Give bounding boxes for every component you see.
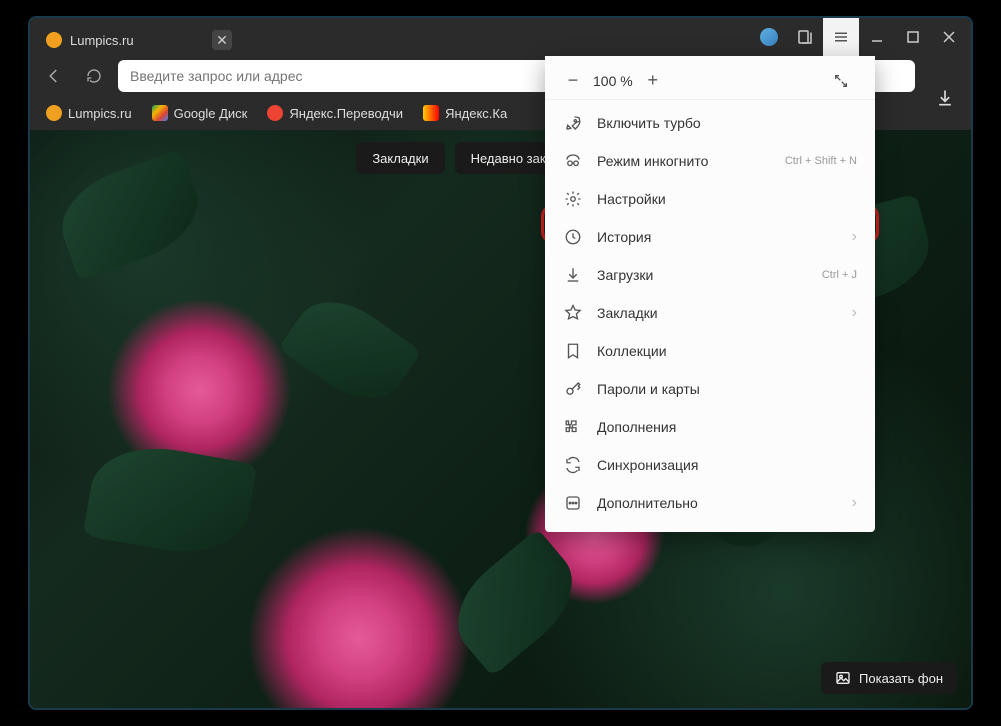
downloads-toolbar-button[interactable] [925,78,965,118]
history-icon [563,227,583,247]
minimize-button[interactable] [859,19,895,55]
show-background-label: Показать фон [859,671,943,686]
menu-item-addons[interactable]: Дополнения [545,408,875,446]
chevron-right-icon: › [852,304,857,322]
zoom-in-button[interactable]: + [639,70,667,91]
menu-label: Режим инкогнито [597,153,708,169]
reload-button[interactable] [78,60,110,92]
close-window-button[interactable] [931,19,967,55]
menu-item-passwords[interactable]: Пароли и карты [545,370,875,408]
browser-tab[interactable]: Lumpics.ru ✕ [34,24,244,56]
zoom-row: − 100 % + [545,62,875,100]
maximize-button[interactable] [895,19,931,55]
menu-label: Настройки [597,191,666,207]
menu-label: Включить турбо [597,115,701,131]
zoom-value: 100 % [587,73,639,89]
chevron-right-icon: › [852,494,857,512]
menu-item-downloads[interactable]: Загрузки Ctrl + J [545,256,875,294]
menu-label: Синхронизация [597,457,698,473]
incognito-icon [563,151,583,171]
yandex-favicon [423,105,439,121]
menu-label: Коллекции [597,343,667,359]
weather-icon[interactable] [751,19,787,55]
menu-label: Дополнения [597,419,676,435]
rocket-icon [563,113,583,133]
back-button[interactable] [38,60,70,92]
menu-label: Дополнительно [597,495,698,511]
gear-icon [563,189,583,209]
close-tab-button[interactable]: ✕ [212,30,232,50]
collections-icon [563,341,583,361]
menu-item-settings[interactable]: Настройки [545,180,875,218]
menu-label: Загрузки [597,267,653,283]
bookmark-lumpics[interactable]: Lumpics.ru [38,101,140,125]
chip-bookmarks[interactable]: Закладки [356,142,444,174]
titlebar: Lumpics.ru ✕ [30,18,971,56]
menu-item-bookmarks[interactable]: Закладки › [545,294,875,332]
image-icon [835,670,851,686]
lumpics-favicon [46,105,62,121]
menu-shortcut: Ctrl + Shift + N [785,155,857,167]
puzzle-icon [563,417,583,437]
more-icon [563,493,583,513]
bookmark-label: Google Диск [174,106,248,121]
bookmark-label: Яндекс.Переводчи [289,106,403,121]
menu-label: История [597,229,651,245]
tab-title: Lumpics.ru [70,33,134,48]
menu-item-more[interactable]: Дополнительно › [545,484,875,522]
menu-item-incognito[interactable]: Режим инкогнито Ctrl + Shift + N [545,142,875,180]
star-icon [563,303,583,323]
chip-label: Закладки [372,151,428,166]
zoom-out-button[interactable]: − [559,70,587,91]
menu-item-history[interactable]: История › [545,218,875,256]
bookmark-yandex-translate[interactable]: Яндекс.Переводчи [259,101,411,125]
bookmark-yandex-ka[interactable]: Яндекс.Ка [415,101,515,125]
menu-item-sync[interactable]: Синхронизация [545,446,875,484]
tab-favicon [46,32,62,48]
fullscreen-button[interactable] [833,73,861,89]
menu-item-collections[interactable]: Коллекции [545,332,875,370]
bookmark-label: Lumpics.ru [68,106,132,121]
collections-toolbar-icon[interactable] [787,19,823,55]
menu-item-turbo[interactable]: Включить турбо [545,104,875,142]
bookmark-google-drive[interactable]: Google Диск [144,101,256,125]
gdrive-favicon [152,105,168,121]
key-icon [563,379,583,399]
main-menu-button[interactable] [823,18,859,56]
menu-label: Пароли и карты [597,381,700,397]
menu-shortcut: Ctrl + J [822,269,857,281]
chevron-right-icon: › [852,228,857,246]
download-icon [563,265,583,285]
yandex-translate-favicon [267,105,283,121]
sync-icon [563,455,583,475]
show-background-button[interactable]: Показать фон [821,662,957,694]
menu-label: Закладки [597,305,658,321]
main-menu-dropdown: − 100 % + Включить турбо Режим инкогнито… [545,56,875,532]
bookmark-label: Яндекс.Ка [445,106,507,121]
